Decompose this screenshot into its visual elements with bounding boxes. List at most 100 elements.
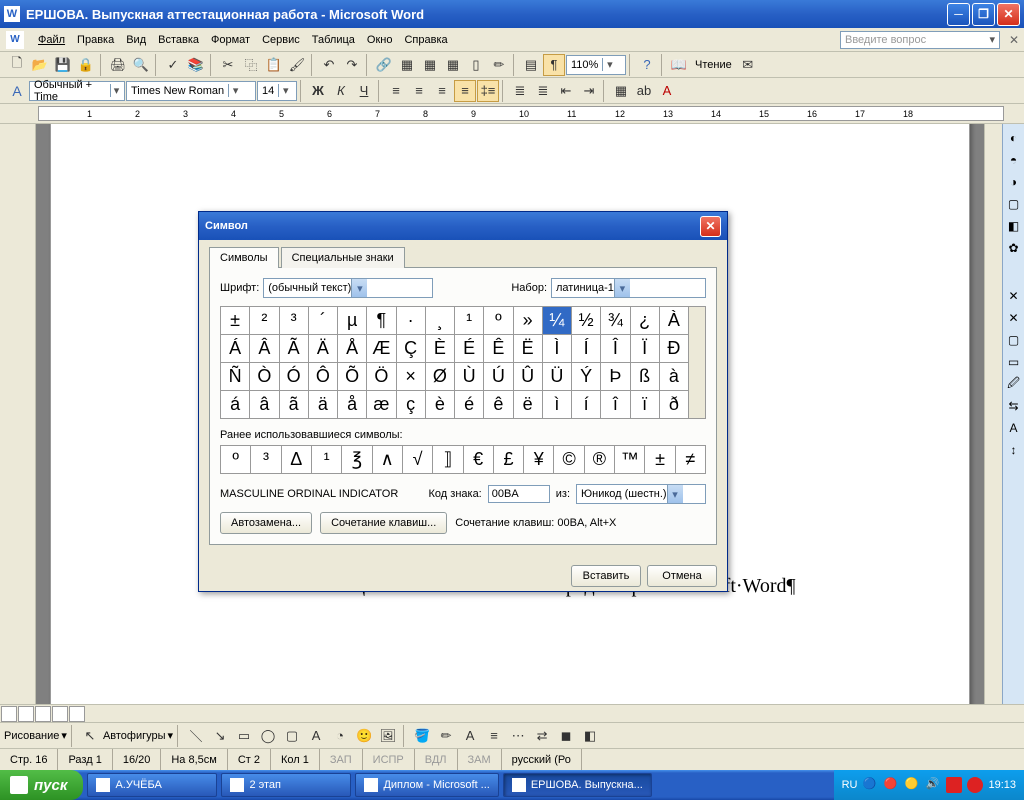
char-cell[interactable]: Ø xyxy=(426,363,455,391)
char-cell[interactable]: ê xyxy=(484,391,513,419)
print-view-button[interactable] xyxy=(35,706,51,722)
read-icon[interactable]: 📖 xyxy=(668,54,690,76)
status-trk[interactable]: ИСПР xyxy=(363,749,415,770)
line-color-icon[interactable]: ✏ xyxy=(435,725,457,747)
redo-icon[interactable]: ↷ xyxy=(341,54,363,76)
menu-edit[interactable]: Правка xyxy=(71,32,120,48)
envelope-icon[interactable]: ✉ xyxy=(737,54,759,76)
close-button[interactable]: ✕ xyxy=(997,3,1020,26)
3d-icon[interactable]: ◧ xyxy=(579,725,601,747)
paste-icon[interactable]: 📋 xyxy=(263,54,285,76)
char-cell[interactable]: À xyxy=(660,307,689,335)
char-cell[interactable]: ¿ xyxy=(631,307,660,335)
char-cell[interactable]: Â xyxy=(250,335,279,363)
start-button[interactable]: пуск xyxy=(0,770,83,800)
justify-icon[interactable]: ≡ xyxy=(454,80,476,102)
recent-char-cell[interactable]: ± xyxy=(645,446,675,474)
char-cell[interactable]: Õ xyxy=(338,363,367,391)
menu-file[interactable]: Файл xyxy=(32,32,71,48)
panel-icon[interactable]: ▢ xyxy=(1006,196,1022,212)
show-pilcrow-icon[interactable]: ¶ xyxy=(543,54,565,76)
panel-icon[interactable]: ✕ xyxy=(1006,310,1022,326)
char-cell[interactable]: ¸ xyxy=(426,307,455,335)
undo-icon[interactable]: ↶ xyxy=(318,54,340,76)
hyperlink-icon[interactable]: 🔗 xyxy=(373,54,395,76)
char-cell[interactable]: é xyxy=(455,391,484,419)
spell-icon[interactable]: ✓ xyxy=(162,54,184,76)
align-right-icon[interactable]: ≡ xyxy=(431,80,453,102)
code-input[interactable] xyxy=(488,485,550,503)
recent-char-cell[interactable]: ¥ xyxy=(524,446,554,474)
vertical-scrollbar[interactable] xyxy=(984,124,1002,704)
panel-icon[interactable]: ⇆ xyxy=(1006,398,1022,414)
oval-icon[interactable]: ◯ xyxy=(257,725,279,747)
recent-char-cell[interactable]: √ xyxy=(403,446,433,474)
bold-icon[interactable]: Ж xyxy=(307,80,329,102)
minimize-button[interactable]: ─ xyxy=(947,3,970,26)
font-combo-dialog[interactable]: (обычный текст)▾ xyxy=(263,278,433,298)
char-cell[interactable]: Ð xyxy=(660,335,689,363)
menu-insert[interactable]: Вставка xyxy=(152,32,205,48)
char-cell[interactable]: Ñ xyxy=(221,363,250,391)
clock[interactable]: 19:13 xyxy=(988,779,1016,791)
picture-icon[interactable]: 🖼 xyxy=(377,725,399,747)
line-style-icon[interactable]: ≡ xyxy=(483,725,505,747)
new-icon[interactable]: 🗋 xyxy=(6,54,28,76)
char-cell[interactable]: ç xyxy=(397,391,426,419)
char-cell[interactable]: ì xyxy=(543,391,572,419)
preview-icon[interactable]: 🔍 xyxy=(130,54,152,76)
panel-icon[interactable]: ◑ xyxy=(1006,174,1022,190)
lang-indicator[interactable]: RU xyxy=(842,779,858,791)
char-cell[interactable]: Ì xyxy=(543,335,572,363)
line-spacing-icon[interactable]: ‡≡ xyxy=(477,80,499,102)
tray-icon[interactable] xyxy=(967,777,983,793)
panel-icon[interactable]: ↕ xyxy=(1006,442,1022,458)
reading-view-button[interactable] xyxy=(69,706,85,722)
drawing-icon[interactable]: ✏ xyxy=(488,54,510,76)
recent-char-cell[interactable]: ℥ xyxy=(342,446,372,474)
recent-char-cell[interactable]: ∧ xyxy=(373,446,403,474)
research-icon[interactable]: 📚 xyxy=(185,54,207,76)
tray-icon[interactable]: 🔴 xyxy=(883,777,899,793)
permission-icon[interactable]: 🔒 xyxy=(75,54,97,76)
char-cell[interactable]: Å xyxy=(338,335,367,363)
tray-icon[interactable]: 🔊 xyxy=(925,777,941,793)
outline-view-button[interactable] xyxy=(52,706,68,722)
italic-icon[interactable]: К xyxy=(330,80,352,102)
menu-help[interactable]: Справка xyxy=(398,32,453,48)
menu-view[interactable]: Вид xyxy=(120,32,152,48)
cut-icon[interactable]: ✂ xyxy=(217,54,239,76)
char-cell[interactable]: Û xyxy=(514,363,543,391)
tray-icon[interactable] xyxy=(946,777,962,793)
status-rec[interactable]: ЗАП xyxy=(320,749,363,770)
size-combo[interactable]: 14▾ xyxy=(257,81,297,101)
char-cell[interactable]: í xyxy=(572,391,601,419)
char-cell[interactable]: ² xyxy=(250,307,279,335)
zoom-combo[interactable]: 110%▾ xyxy=(566,55,626,75)
tray-icon[interactable]: 🔵 xyxy=(862,777,878,793)
dash-style-icon[interactable]: ⋯ xyxy=(507,725,529,747)
normal-view-button[interactable] xyxy=(1,706,17,722)
char-cell[interactable]: Þ xyxy=(601,363,630,391)
menu-format[interactable]: Формат xyxy=(205,32,256,48)
char-cell[interactable]: Ô xyxy=(309,363,338,391)
taskbar-task[interactable]: 2 этап xyxy=(221,773,351,797)
char-cell[interactable]: Ú xyxy=(484,363,513,391)
char-cell[interactable]: Ë xyxy=(514,335,543,363)
panel-icon[interactable]: ◧ xyxy=(1006,218,1022,234)
panel-icon[interactable]: ▢ xyxy=(1006,332,1022,348)
char-cell[interactable]: Ö xyxy=(367,363,396,391)
char-cell[interactable]: µ xyxy=(338,307,367,335)
char-cell[interactable]: ë xyxy=(514,391,543,419)
char-cell[interactable]: · xyxy=(397,307,426,335)
char-cell[interactable]: ï xyxy=(631,391,660,419)
bullets-icon[interactable]: ≣ xyxy=(532,80,554,102)
wordart-icon[interactable]: A xyxy=(305,725,327,747)
char-cell[interactable]: ¼ xyxy=(543,307,572,335)
font-color2-icon[interactable]: A xyxy=(459,725,481,747)
char-cell[interactable]: ´ xyxy=(309,307,338,335)
menu-table[interactable]: Таблица xyxy=(306,32,361,48)
textbox-icon[interactable]: ▢ xyxy=(281,725,303,747)
excel-icon[interactable]: ▦ xyxy=(442,54,464,76)
panel-icon[interactable]: ◐ xyxy=(1006,130,1022,146)
